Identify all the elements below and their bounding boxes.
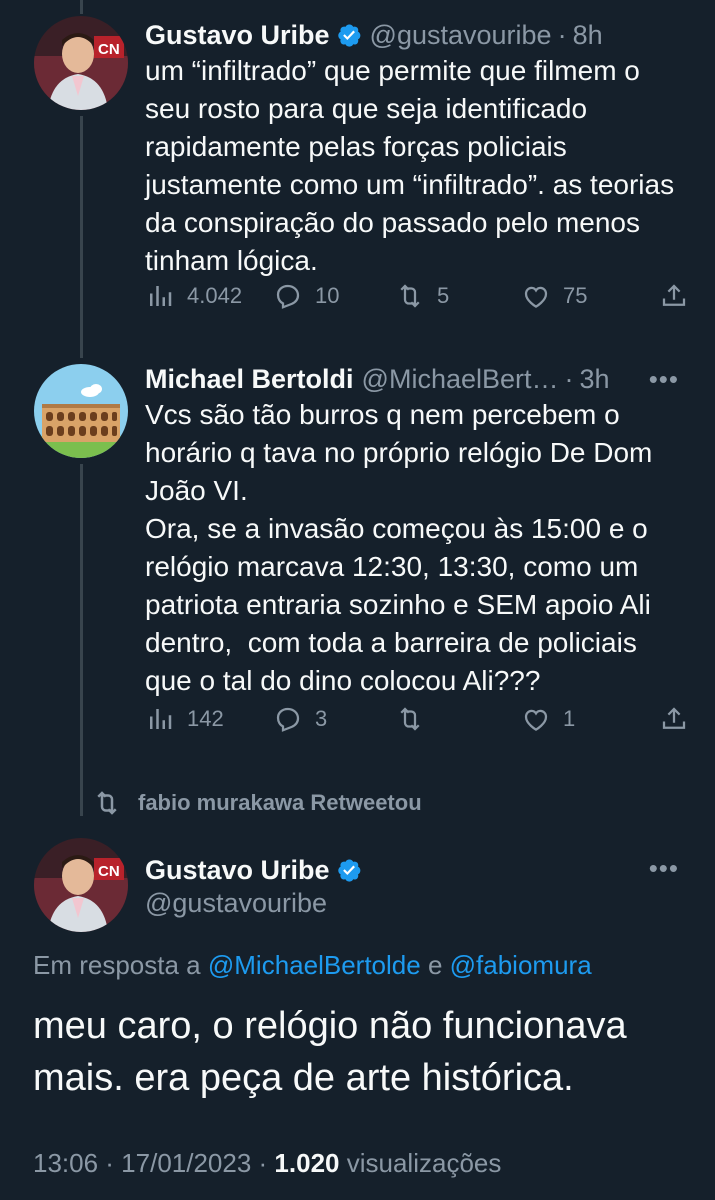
main-tweet-header: Gustavo Uribe <box>145 853 362 886</box>
tweet-metadata: 13:06 · 17/01/2023 · 1.020 visualizações <box>33 1148 501 1179</box>
views-icon <box>150 286 172 306</box>
reply-count: 10 <box>315 283 340 308</box>
avatar[interactable]: CN <box>34 838 128 932</box>
like-button[interactable]: 1 <box>521 704 575 734</box>
reply-button[interactable]: 3 <box>273 704 327 734</box>
tweet-time[interactable]: 8h <box>573 20 603 51</box>
tweet-text: um “infiltrado” que permite que filmem o… <box>145 55 682 276</box>
author-name[interactable]: Gustavo Uribe <box>145 855 330 886</box>
reply-icon <box>276 707 300 732</box>
more-icon[interactable]: ••• <box>649 364 679 395</box>
views-button[interactable]: 142 <box>145 704 224 734</box>
like-count: 75 <box>563 283 588 308</box>
reply-icon <box>276 284 300 309</box>
reply-context: Em resposta a @MichaelBertolde e @fabiom… <box>33 950 592 981</box>
author-handle[interactable]: @gustavouribe <box>145 888 327 919</box>
tweet-text: Vcs são tão burros q nem percebem o horá… <box>145 399 653 696</box>
verified-badge-icon <box>336 22 362 48</box>
share-button[interactable] <box>659 281 701 311</box>
thread-line-top <box>80 0 83 14</box>
author-handle[interactable]: @gustavouribe <box>370 20 552 51</box>
like-button[interactable]: 75 <box>521 281 587 311</box>
author-handle[interactable]: @MichaelBert… <box>362 364 559 395</box>
views-icon <box>150 709 172 729</box>
reply-count: 3 <box>315 706 328 731</box>
tweet-timestamp[interactable]: 13:06 · 17/01/2023 · <box>33 1148 267 1178</box>
retweet-context-label: fabio murakawa Retweetou <box>138 790 422 815</box>
share-button[interactable] <box>659 704 701 734</box>
svg-text:CN: CN <box>98 41 120 58</box>
retweet-count: 5 <box>437 283 450 308</box>
tweet-actions: 4.042 10 5 75 <box>145 281 691 321</box>
mention-link[interactable]: @fabiomura <box>450 950 592 980</box>
share-icon <box>662 707 686 729</box>
svg-text:CN: CN <box>98 863 120 880</box>
more-icon[interactable]: ••• <box>649 853 679 884</box>
views-count: 142 <box>187 706 224 731</box>
views-label: visualizações <box>346 1148 502 1178</box>
retweet-button[interactable]: 5 <box>395 281 449 311</box>
views-count: 4.042 <box>187 283 243 308</box>
avatar[interactable] <box>34 364 128 458</box>
reply-prefix: Em resposta a <box>33 950 201 980</box>
like-icon <box>524 709 548 731</box>
main-tweet-handle-row: @gustavouribe <box>145 888 327 919</box>
reply-button[interactable]: 10 <box>273 281 339 311</box>
author-name[interactable]: Gustavo Uribe <box>145 20 330 51</box>
retweet-context[interactable]: fabio murakawa Retweetou <box>92 788 422 818</box>
separator: · <box>564 364 574 394</box>
separator: · <box>557 20 567 50</box>
avatar[interactable]: CN <box>34 16 128 110</box>
share-icon <box>662 284 686 306</box>
main-tweet-text: meu caro, o relógio não funcionava mais.… <box>33 1005 627 1099</box>
reply-conjunction: e <box>427 950 443 980</box>
mention-link[interactable]: @MichaelBertolde <box>208 950 421 980</box>
author-name[interactable]: Michael Bertoldi <box>145 364 354 395</box>
thread-line-2 <box>80 464 83 816</box>
retweet-icon <box>97 791 117 815</box>
thread-line-1 <box>80 116 83 358</box>
retweet-icon <box>400 284 420 308</box>
tweet-time[interactable]: 3h <box>580 364 610 395</box>
tweet-actions: 142 3 1 <box>145 704 691 744</box>
views-count: 1.020 <box>274 1148 340 1178</box>
views-button[interactable]: 4.042 <box>145 281 242 311</box>
like-count: 1 <box>563 706 576 731</box>
tweet-header: Gustavo Uribe @gustavouribe · 8h <box>145 18 603 51</box>
like-icon <box>524 286 548 308</box>
tweet-header: Michael Bertoldi @MichaelBert… · 3h <box>145 364 610 395</box>
retweet-icon <box>400 707 420 731</box>
verified-badge-icon <box>336 857 362 883</box>
retweet-button[interactable] <box>395 704 437 734</box>
